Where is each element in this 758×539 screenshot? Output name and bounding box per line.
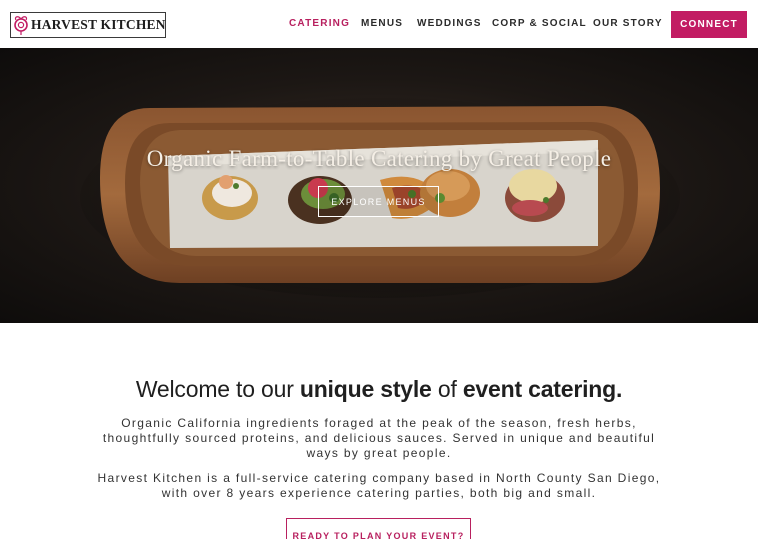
connect-button[interactable]: CONNECT [671, 11, 747, 38]
nav-item-catering[interactable]: CATERING [289, 18, 350, 29]
hero-title: Organic Farm-to-Table Catering by Great … [146, 146, 612, 171]
nav-item-corp-social[interactable]: CORP & SOCIAL [492, 18, 587, 29]
intro-paragraph-1: Organic California ingredients foraged a… [102, 416, 656, 460]
welcome-heading-bold-2: event catering. [462, 376, 623, 402]
welcome-heading: Welcome to our unique style of event cat… [0, 376, 758, 403]
nav-item-weddings[interactable]: WEDDINGS [417, 18, 482, 29]
nav-item-our-story[interactable]: OUR STORY [593, 18, 663, 29]
welcome-heading-mid: of [431, 376, 463, 402]
intro-paragraph-2: Harvest Kitchen is a full-service cateri… [97, 471, 661, 500]
welcome-heading-pre: Welcome to our [135, 376, 300, 402]
hero-banner: Organic Farm-to-Table Catering by Great … [0, 48, 758, 323]
logo[interactable]: HARVEST KITCHEN [10, 12, 166, 38]
flower-icon [11, 13, 31, 37]
brand-name: HARVEST KITCHEN [31, 17, 166, 32]
welcome-heading-bold-1: unique style [299, 376, 432, 402]
site-header: HARVEST KITCHEN CATERING MENUS WEDDINGS … [0, 0, 758, 48]
nav-item-menus[interactable]: MENUS [361, 18, 403, 29]
plan-event-button[interactable]: READY TO PLAN YOUR EVENT? [286, 518, 471, 539]
explore-menus-button[interactable]: EXPLORE MENUS [318, 186, 439, 217]
